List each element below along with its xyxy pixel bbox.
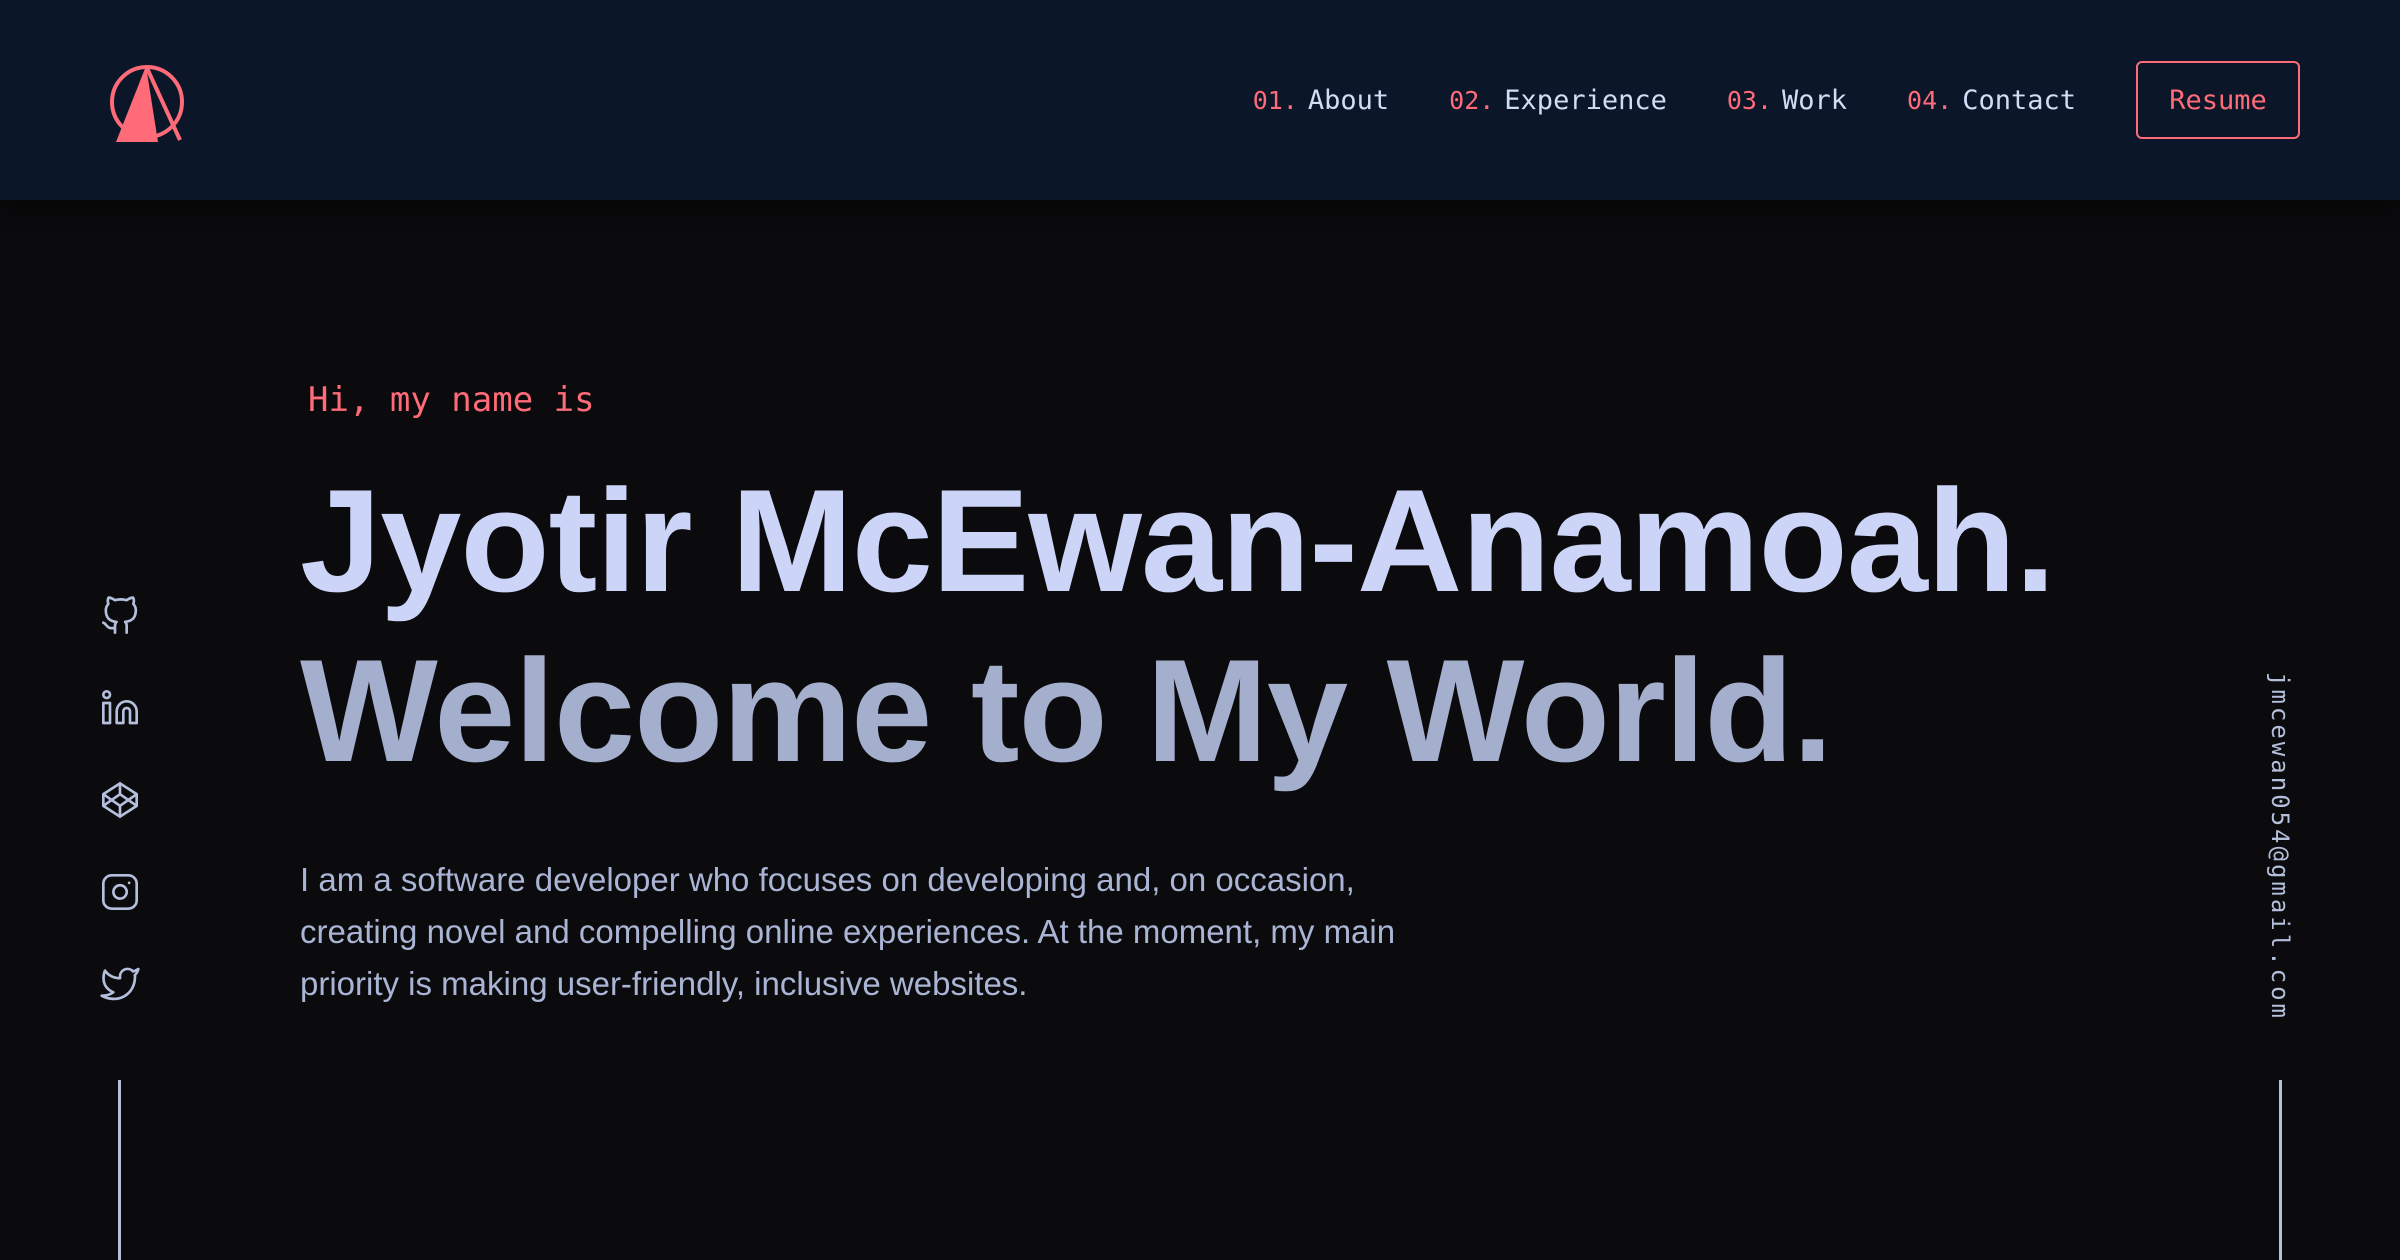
- instagram-icon[interactable]: [98, 872, 142, 912]
- page: 01. About 02. Experience 03. Work 04. Co…: [0, 0, 2400, 1260]
- github-icon[interactable]: [98, 596, 142, 636]
- nav-number: 04.: [1907, 85, 1953, 115]
- nav-label: Work: [1782, 84, 1848, 116]
- email-link[interactable]: jmcewan054@gmail.com: [2266, 672, 2294, 1021]
- logo-icon[interactable]: [108, 62, 186, 146]
- right-divider-line: [2279, 1080, 2282, 1260]
- hero-name: Jyotir McEwan-Anamoah.: [300, 459, 2056, 622]
- twitter-icon[interactable]: [98, 964, 142, 1004]
- nav-label: Contact: [1962, 84, 2076, 116]
- nav-item-contact[interactable]: 04. Contact: [1907, 85, 2076, 116]
- hero-section: Hi, my name is Jyotir McEwan-Anamoah. We…: [300, 380, 2200, 1010]
- resume-button[interactable]: Resume: [2136, 61, 2300, 139]
- hero-description: I am a software developer who focuses on…: [300, 861, 1396, 1002]
- main-nav: 01. About 02. Experience 03. Work 04. Co…: [1253, 60, 2300, 140]
- nav-number: 02.: [1449, 85, 1495, 115]
- social-links: [96, 596, 144, 1004]
- nav-item-experience[interactable]: 02. Experience: [1449, 85, 1667, 116]
- left-divider-line: [118, 1080, 121, 1260]
- nav-number: 01.: [1252, 85, 1298, 115]
- hero-intro: Hi, my name is: [308, 380, 595, 420]
- nav-item-about[interactable]: 01. About: [1253, 85, 1389, 116]
- linkedin-icon[interactable]: [98, 688, 142, 728]
- hero-tagline: Welcome to My World.: [300, 629, 1833, 792]
- nav-label: Experience: [1504, 84, 1667, 116]
- email-sidebar: jmcewan054@gmail.com: [2244, 672, 2316, 1032]
- codepen-icon[interactable]: [98, 780, 142, 820]
- nav-number: 03.: [1726, 85, 1773, 115]
- nav-label: About: [1307, 84, 1390, 116]
- nav-item-work[interactable]: 03. Work: [1727, 85, 1847, 116]
- site-header: 01. About 02. Experience 03. Work 04. Co…: [0, 0, 2400, 200]
